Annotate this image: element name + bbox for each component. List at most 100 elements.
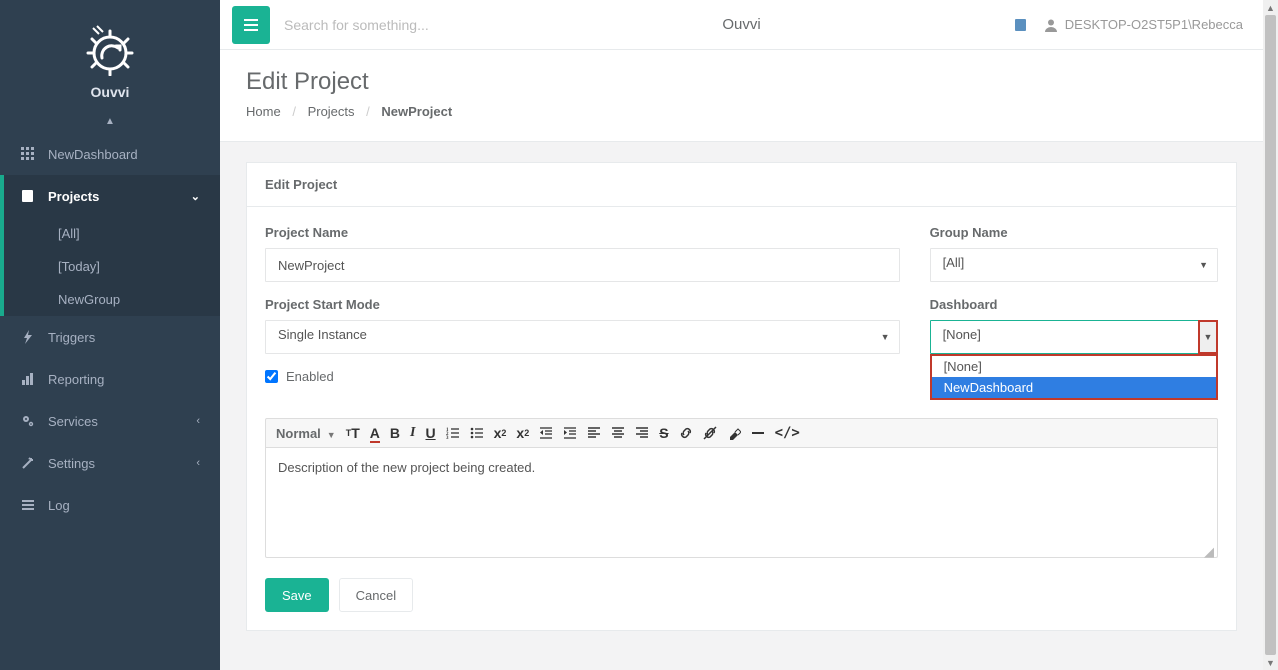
page-header: Edit Project Home / Projects / NewProjec… <box>220 50 1263 142</box>
scroll-track[interactable] <box>1263 15 1278 655</box>
page-scrollbar[interactable]: ▲ ▼ <box>1263 0 1278 670</box>
scroll-down-icon[interactable]: ▼ <box>1263 655 1278 670</box>
scroll-thumb[interactable] <box>1265 15 1276 655</box>
toolbar-fontcolor-icon[interactable]: A <box>370 425 380 441</box>
edit-project-panel: Edit Project Project Name Project Start … <box>246 162 1237 631</box>
toolbar-superscript-icon[interactable]: x2 <box>516 425 529 441</box>
breadcrumb-sep: / <box>292 104 296 119</box>
sidebar-item-triggers[interactable]: Triggers <box>0 316 220 358</box>
dashboard-option-newdashboard[interactable]: NewDashboard <box>932 377 1216 398</box>
sidebar-item-label: NewDashboard <box>48 147 138 162</box>
editor-toolbar: Normal▼ TT A B I U 123 x2 x2 <box>265 418 1218 448</box>
breadcrumb-projects[interactable]: Projects <box>308 104 355 119</box>
sidebar-subitem-newgroup[interactable]: NewGroup <box>4 283 220 316</box>
toolbar-align-left-icon[interactable] <box>587 426 601 440</box>
sidebar-item-log[interactable]: Log <box>0 484 220 526</box>
toolbar-underline-icon[interactable]: U <box>425 425 435 441</box>
sidebar-subitem-label: [All] <box>58 226 80 241</box>
toolbar-bold-icon[interactable]: B <box>390 425 400 441</box>
brand: Ouvvi <box>0 0 220 110</box>
search-input[interactable] <box>284 17 584 33</box>
dashboard-option-none[interactable]: [None] <box>932 356 1216 377</box>
sidebar-subitem-label: NewGroup <box>58 292 120 307</box>
breadcrumb-home[interactable]: Home <box>246 104 281 119</box>
start-mode-label: Project Start Mode <box>265 297 900 312</box>
user-menu[interactable]: DESKTOP-O2ST5P1\Rebecca <box>1043 17 1243 33</box>
hamburger-button[interactable] <box>232 6 270 44</box>
start-mode-select[interactable]: Single Instance <box>265 320 900 354</box>
toolbar-style-select[interactable]: Normal▼ <box>276 426 336 441</box>
sidebar-item-settings[interactable]: Settings ‹ <box>0 442 220 484</box>
toolbar-outdent-icon[interactable] <box>539 426 553 440</box>
cancel-button[interactable]: Cancel <box>339 578 413 612</box>
cogs-icon <box>20 413 36 429</box>
chevron-left-icon: ‹ <box>196 457 200 469</box>
sidebar-item-reporting[interactable]: Reporting <box>0 358 220 400</box>
grid-icon <box>20 146 36 162</box>
user-label: DESKTOP-O2ST5P1\Rebecca <box>1065 17 1243 32</box>
breadcrumb-current: NewProject <box>381 104 452 119</box>
form-actions: Save Cancel <box>265 578 1218 612</box>
sidebar-item-services[interactable]: Services ‹ <box>0 400 220 442</box>
toolbar-fontsize-icon[interactable]: TT <box>346 425 360 441</box>
editor-body[interactable]: Description of the new project being cre… <box>265 448 1218 558</box>
dashboard-select[interactable]: [None] <box>930 320 1218 354</box>
book-icon[interactable] <box>1013 17 1029 33</box>
toolbar-strikethrough-icon[interactable]: S <box>659 425 668 441</box>
list-icon <box>20 497 36 513</box>
sidebar-subitem-all[interactable]: [All] <box>4 217 220 250</box>
save-button[interactable]: Save <box>265 578 329 612</box>
sidebar-item-label: Reporting <box>48 372 104 387</box>
dashboard-select-button[interactable]: ▼ <box>1198 320 1218 354</box>
sidebar-item-label: Projects <box>48 189 99 204</box>
project-name-label: Project Name <box>265 225 900 240</box>
toolbar-unlink-icon[interactable] <box>703 426 717 440</box>
page-title: Edit Project <box>246 68 1237 96</box>
panel-title: Edit Project <box>247 163 1236 207</box>
sidebar-item-label: Settings <box>48 456 95 471</box>
toolbar-link-icon[interactable] <box>679 426 693 440</box>
bolt-icon <box>20 329 36 345</box>
toolbar-subscript-icon[interactable]: x2 <box>494 425 507 441</box>
scroll-up-icon[interactable]: ▲ <box>1263 0 1278 15</box>
topbar: Ouvvi DESKTOP-O2ST5P1\Rebecca <box>220 0 1263 50</box>
enabled-group: Enabled <box>265 369 900 384</box>
sidebar-item-label: Services <box>48 414 98 429</box>
collapse-triangle-icon[interactable]: ▲ <box>0 110 220 133</box>
user-icon <box>1043 17 1059 33</box>
sidebar-item-label: Triggers <box>48 330 95 345</box>
editor-content: Description of the new project being cre… <box>278 460 535 475</box>
toolbar-align-right-icon[interactable] <box>635 426 649 440</box>
group-name-select[interactable]: [All] <box>930 248 1218 282</box>
book-icon <box>20 188 36 204</box>
group-name-label: Group Name <box>930 225 1218 240</box>
search-box <box>284 17 1013 33</box>
brand-logo-icon <box>83 22 137 76</box>
toolbar-ordered-list-icon[interactable]: 123 <box>446 426 460 440</box>
dashboard-label: Dashboard <box>930 297 1218 312</box>
toolbar-hr-icon[interactable] <box>751 426 765 440</box>
breadcrumb-sep: / <box>366 104 370 119</box>
toolbar-unordered-list-icon[interactable] <box>470 426 484 440</box>
brand-name: Ouvvi <box>0 84 220 100</box>
toolbar-code-icon[interactable]: </> <box>775 425 800 441</box>
toolbar-eraser-icon[interactable] <box>727 426 741 440</box>
sidebar-subitem-label: [Today] <box>58 259 100 274</box>
sidebar-subitem-today[interactable]: [Today] <box>4 250 220 283</box>
toolbar-indent-icon[interactable] <box>563 426 577 440</box>
svg-text:3: 3 <box>446 436 449 440</box>
resize-handle-icon[interactable]: ◢ <box>1204 544 1214 554</box>
start-mode-group: Project Start Mode Single Instance ▼ <box>265 297 900 354</box>
description-editor: Normal▼ TT A B I U 123 x2 x2 <box>265 418 1218 558</box>
sidebar-item-newdashboard[interactable]: NewDashboard <box>0 133 220 175</box>
main-area: Ouvvi DESKTOP-O2ST5P1\Rebecca Edit Proje… <box>220 0 1263 670</box>
toolbar-align-center-icon[interactable] <box>611 426 625 440</box>
sidebar-nav: NewDashboard Projects ⌄ [All] [Today] Ne… <box>0 133 220 526</box>
enabled-checkbox[interactable] <box>265 370 278 383</box>
toolbar-italic-icon[interactable]: I <box>410 425 415 441</box>
sidebar-item-projects[interactable]: Projects ⌄ [All] [Today] NewGroup <box>0 175 220 316</box>
group-name-group: Group Name [All] ▼ <box>930 225 1218 282</box>
content: Edit Project Project Name Project Start … <box>220 142 1263 651</box>
chevron-left-icon: ‹ <box>196 415 200 427</box>
project-name-input[interactable] <box>265 248 900 282</box>
